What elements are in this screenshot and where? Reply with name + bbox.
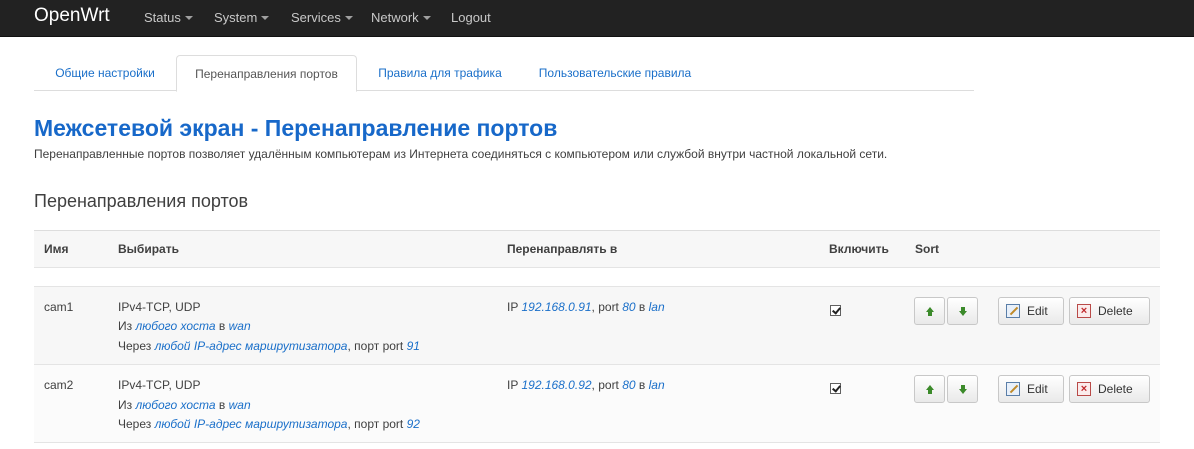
edit-button[interactable]: Edit [998, 375, 1064, 403]
delete-icon: × [1077, 304, 1091, 318]
fwd-ip-label: IP [507, 378, 522, 392]
nav-status[interactable]: Status [144, 10, 193, 25]
move-down-button[interactable] [947, 297, 978, 325]
caret-down-icon [422, 16, 431, 20]
source-in: в [215, 319, 229, 333]
header-forward-to: Перенаправлять в [507, 242, 618, 256]
enable-checkbox[interactable] [830, 305, 841, 316]
delete-button-label: Delete [1098, 382, 1133, 396]
via-port-text: , порт port [347, 339, 407, 353]
header-name: Имя [44, 242, 69, 256]
via-port: 91 [406, 339, 420, 353]
fwd-port: 80 [622, 300, 636, 314]
rule-name: cam1 [44, 300, 74, 314]
tab-bar: Общие настройки Перенаправления портов П… [34, 55, 974, 92]
edit-button-label: Edit [1027, 382, 1048, 396]
caret-down-icon [184, 16, 193, 20]
enable-checkbox[interactable] [830, 383, 841, 394]
source-zone: wan [228, 398, 251, 412]
edit-button[interactable]: Edit [998, 297, 1064, 325]
via-prefix: Через [118, 339, 155, 353]
header-enable: Включить [829, 242, 889, 256]
rule-name: cam2 [44, 378, 74, 392]
delete-button[interactable]: × Delete [1069, 375, 1150, 403]
via-prefix: Через [118, 417, 155, 431]
nav-system-label: System [214, 10, 258, 25]
section-title: Перенаправления портов [34, 191, 249, 211]
fwd-in: в [635, 378, 649, 392]
rule-via: Через любой IP-адрес маршрутизатора, пор… [118, 339, 420, 353]
brand-logo[interactable]: OpenWrt [34, 5, 110, 27]
top-navbar: OpenWrt Status System Services Network L… [0, 0, 1194, 37]
rule-via: Через любой IP-адрес маршрутизатора, пор… [118, 417, 420, 431]
nav-network-label: Network [371, 10, 419, 25]
rule-source: Из любого хоста в wan [118, 319, 251, 333]
tab-port-forwards[interactable]: Перенаправления портов [176, 55, 357, 92]
rule-protocol: IPv4-TCP, UDP [118, 378, 201, 392]
nav-services-label: Services [291, 10, 341, 25]
delete-button-label: Delete [1098, 304, 1133, 318]
nav-logout[interactable]: Logout [451, 10, 491, 25]
edit-button-label: Edit [1027, 304, 1048, 318]
arrow-up-icon [926, 385, 934, 394]
edit-icon [1006, 382, 1020, 396]
fwd-zone: lan [648, 300, 665, 314]
move-down-button[interactable] [947, 375, 978, 403]
arrow-down-icon [959, 385, 967, 394]
table-row: cam1 IPv4-TCP, UDP Из любого хоста в wan… [34, 287, 1160, 365]
fwd-port-label: , port [591, 300, 623, 314]
rule-forward-target: IP 192.168.0.92, port 80 в lan [507, 378, 665, 392]
source-host: любого хоста [135, 319, 216, 333]
source-prefix: Из [118, 398, 136, 412]
rule-source: Из любого хоста в wan [118, 398, 251, 412]
header-sort: Sort [915, 242, 939, 256]
delete-button[interactable]: × Delete [1069, 297, 1150, 325]
fwd-ip: 192.168.0.92 [521, 378, 592, 392]
via-address: любой IP-адрес маршрутизатора [154, 339, 348, 353]
delete-icon: × [1077, 382, 1091, 396]
fwd-in: в [635, 300, 649, 314]
tab-traffic-rules[interactable]: Правила для трафика [360, 55, 520, 91]
edit-icon [1006, 304, 1020, 318]
nav-network[interactable]: Network [371, 10, 431, 25]
nav-status-label: Status [144, 10, 181, 25]
tab-general-settings[interactable]: Общие настройки [34, 55, 176, 91]
nav-logout-label: Logout [451, 10, 491, 25]
source-host: любого хоста [135, 398, 216, 412]
source-zone: wan [228, 319, 251, 333]
caret-down-icon [261, 16, 270, 20]
arrow-up-icon [926, 307, 934, 316]
arrow-down-icon [959, 307, 967, 316]
fwd-ip-label: IP [507, 300, 522, 314]
tab-custom-rules[interactable]: Пользовательские правила [524, 55, 706, 91]
rule-protocol: IPv4-TCP, UDP [118, 300, 201, 314]
table-spacer-row [34, 268, 1160, 287]
caret-down-icon [344, 16, 353, 20]
table-header: Имя Выбирать Перенаправлять в Включить S… [34, 230, 1160, 268]
via-port: 92 [406, 417, 420, 431]
header-match: Выбирать [118, 242, 179, 256]
rule-forward-target: IP 192.168.0.91, port 80 в lan [507, 300, 665, 314]
page-description: Перенаправленные портов позволяет удалён… [34, 147, 888, 161]
fwd-ip: 192.168.0.91 [521, 300, 592, 314]
move-up-button[interactable] [914, 297, 945, 325]
via-port-text: , порт port [347, 417, 407, 431]
fwd-port: 80 [622, 378, 636, 392]
source-prefix: Из [118, 319, 136, 333]
via-address: любой IP-адрес маршрутизатора [154, 417, 348, 431]
nav-system[interactable]: System [214, 10, 270, 25]
move-up-button[interactable] [914, 375, 945, 403]
page-title: Межсетевой экран - Перенаправление порто… [34, 115, 558, 141]
fwd-zone: lan [648, 378, 665, 392]
fwd-port-label: , port [591, 378, 623, 392]
nav-services[interactable]: Services [291, 10, 353, 25]
table-row: cam2 IPv4-TCP, UDP Из любого хоста в wan… [34, 365, 1160, 443]
source-in: в [215, 398, 229, 412]
